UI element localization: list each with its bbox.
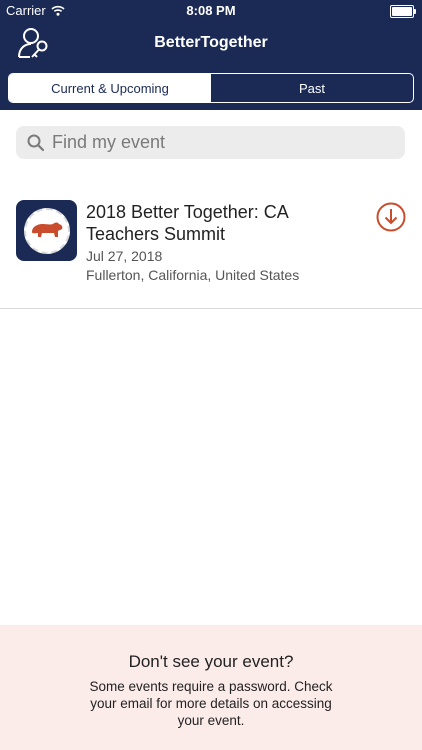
search-bar [16, 126, 405, 159]
battery-icon [390, 5, 416, 18]
help-footer: Don't see your event? Some events requir… [0, 625, 422, 750]
event-title: 2018 Better Together: CA Teachers Summit [86, 202, 288, 244]
page-title: BetterTogether [154, 34, 268, 51]
event-tabs: Current & Upcoming Past [8, 73, 414, 103]
tab-current-upcoming[interactable]: Current & Upcoming [9, 74, 211, 102]
download-icon[interactable] [376, 202, 406, 232]
event-logo [16, 200, 77, 261]
status-time: 8:08 PM [186, 3, 236, 18]
search-input[interactable] [50, 131, 384, 154]
nav-bar: BetterTogether [0, 22, 422, 66]
search-icon [27, 134, 45, 151]
app-header: Carrier 8:08 PM BetterTogether Current &… [0, 0, 422, 110]
status-bar: Carrier 8:08 PM [0, 0, 422, 22]
event-location: Fullerton, California, United States [86, 267, 300, 283]
footer-body: Some events require a password. Check yo… [89, 679, 333, 728]
footer-title: Don't see your event? [128, 652, 294, 671]
tab-past[interactable]: Past [211, 74, 413, 102]
list-item[interactable]: 2018 Better Together: CA Teachers Summit… [0, 190, 422, 309]
event-date: Jul 27, 2018 [86, 248, 163, 264]
bear-icon [31, 222, 62, 237]
